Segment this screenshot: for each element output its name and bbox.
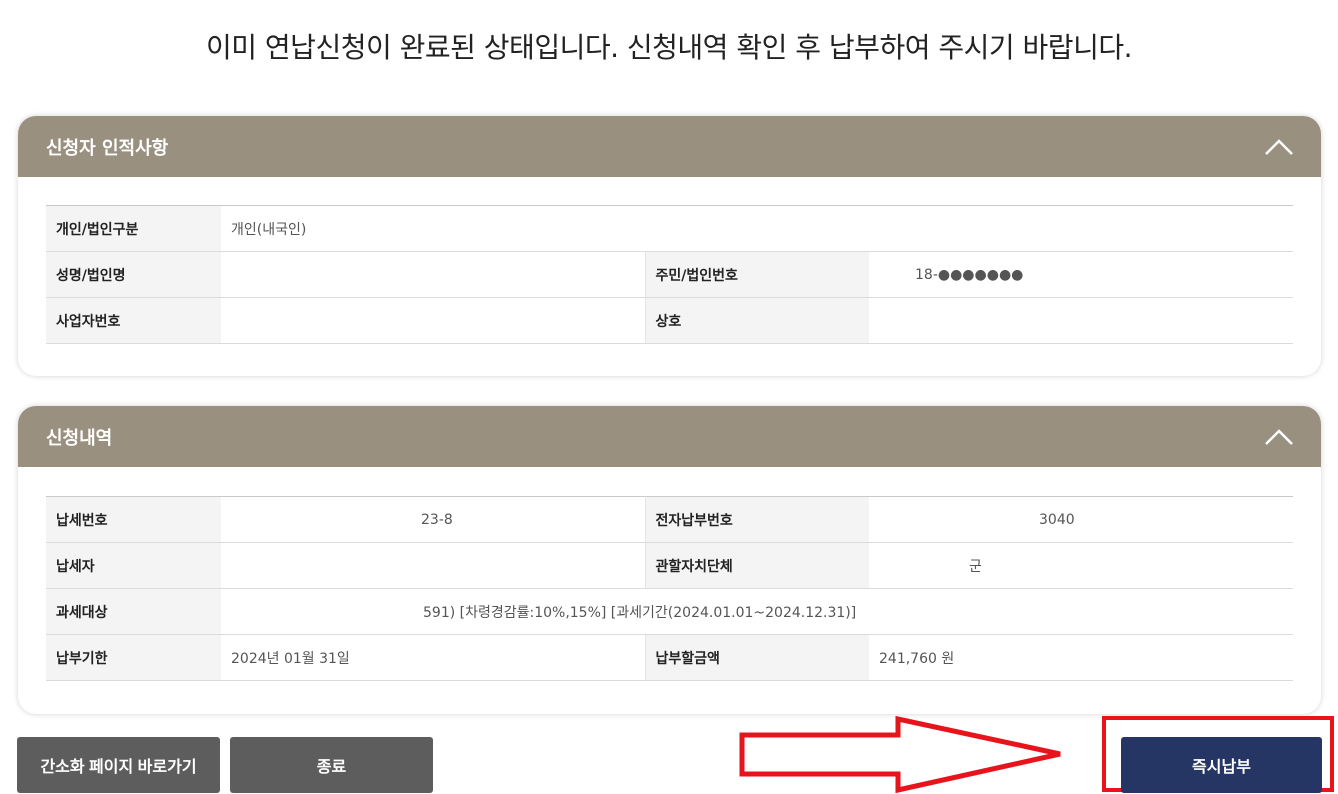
id-number-label: 주민/법인번호 <box>644 251 869 298</box>
epay-number-value: 3040 <box>869 496 1293 543</box>
jurisdiction-value: 군 <box>869 542 1293 589</box>
close-button[interactable]: 종료 <box>230 737 433 793</box>
person-type-label: 개인/법인구분 <box>46 205 221 252</box>
table-row: 과세대상 591) [차령경감률:10%,15%] [과세기간(2024.01.… <box>46 588 1293 635</box>
table-row: 사업자번호 상호 <box>46 297 1294 344</box>
tax-subject-value: 591) [차령경감률:10%,15%] [과세기간(2024.01.01~20… <box>221 588 1293 635</box>
chevron-up-icon[interactable] <box>1263 137 1295 157</box>
tax-number-label: 납세번호 <box>46 496 221 543</box>
person-type-value: 개인(내국인) <box>221 205 1294 252</box>
tax-number-value: 23-8 <box>221 496 645 543</box>
taxpayer-label: 납세자 <box>46 542 221 589</box>
table-row: 납세자 관할자치단체 군 <box>46 542 1293 589</box>
table-row: 납세번호 23-8 전자납부번호 3040 <box>46 496 1293 543</box>
applicant-panel-title: 신청자 인적사항 <box>46 137 169 159</box>
pay-now-button[interactable]: 즉시납부 <box>1121 737 1322 793</box>
annotation-arrow-icon <box>739 716 1061 794</box>
due-date-value: 2024년 01월 31일 <box>221 634 645 681</box>
jurisdiction-label: 관할자치단체 <box>644 542 869 589</box>
chevron-up-icon[interactable] <box>1263 427 1295 447</box>
applicant-panel-header[interactable]: 신청자 인적사항 <box>18 116 1321 177</box>
epay-number-label: 전자납부번호 <box>644 496 869 543</box>
table-row: 납부기한 2024년 01월 31일 납부할금액 241,760 원 <box>46 634 1293 681</box>
name-label: 성명/법인명 <box>46 251 221 298</box>
application-panel-title: 신청내역 <box>46 427 113 449</box>
applicant-info-table: 개인/법인구분 개인(내국인) 성명/법인명 주민/법인번호 18-●●●●●●… <box>46 205 1294 344</box>
business-number-value <box>221 297 645 344</box>
notice-message: 이미 연납신청이 완료된 상태입니다. 신청내역 확인 후 납부하여 주시기 바… <box>206 31 1133 64</box>
application-panel-body: 납세번호 23-8 전자납부번호 3040 납세자 관할자치단체 군 과세대상 … <box>18 467 1321 709</box>
application-info-table: 납세번호 23-8 전자납부번호 3040 납세자 관할자치단체 군 과세대상 … <box>46 496 1293 681</box>
business-number-label: 사업자번호 <box>46 297 221 344</box>
application-panel: 신청내역 납세번호 23-8 전자납부번호 3040 납세자 관할자치단체 군 … <box>18 406 1321 714</box>
payment-amount-label: 납부할금액 <box>644 634 869 681</box>
table-row: 개인/법인구분 개인(내국인) <box>46 205 1294 252</box>
due-date-label: 납부기한 <box>46 634 221 681</box>
simple-page-button[interactable]: 간소화 페이지 바로가기 <box>17 737 220 793</box>
payment-amount-value: 241,760 원 <box>869 634 1293 681</box>
taxpayer-value <box>221 542 645 589</box>
applicant-panel: 신청자 인적사항 개인/법인구분 개인(내국인) 성명/법인명 주민/법인번호 … <box>18 116 1321 376</box>
tax-subject-label: 과세대상 <box>46 588 221 635</box>
table-row: 성명/법인명 주민/법인번호 18-●●●●●●● <box>46 251 1294 298</box>
trade-name-label: 상호 <box>644 297 869 344</box>
application-panel-header[interactable]: 신청내역 <box>18 406 1321 467</box>
id-number-value: 18-●●●●●●● <box>869 251 1294 298</box>
name-value <box>221 251 645 298</box>
applicant-panel-body: 개인/법인구분 개인(내국인) 성명/법인명 주민/법인번호 18-●●●●●●… <box>18 177 1321 372</box>
trade-name-value <box>869 297 1294 344</box>
